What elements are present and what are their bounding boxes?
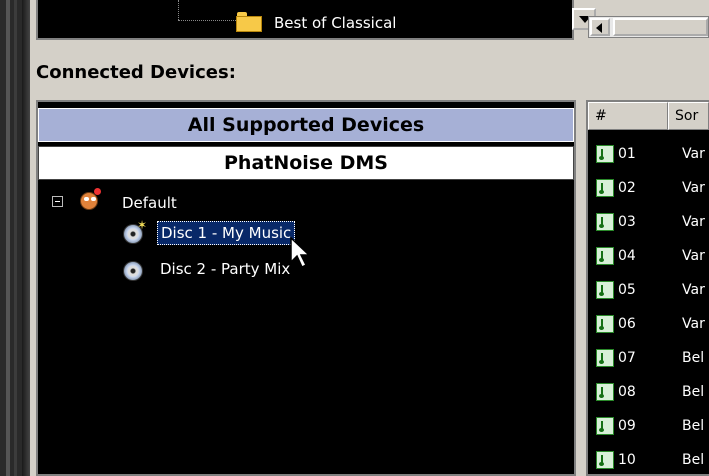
device-tree-root-default[interactable]: Default	[122, 194, 177, 212]
minus-box-icon[interactable]	[52, 196, 63, 207]
track-song: Var	[682, 146, 705, 162]
track-number: 01	[618, 146, 636, 162]
track-song: Var	[682, 180, 705, 196]
music-note-icon	[596, 315, 614, 333]
track-number: 05	[618, 282, 636, 298]
track-row[interactable]: 03 Var	[596, 210, 709, 236]
track-song: Bel	[682, 452, 705, 468]
track-row[interactable]: 09 Bel	[596, 414, 709, 440]
column-header-number[interactable]: #	[588, 102, 668, 130]
track-number: 03	[618, 214, 636, 230]
track-row[interactable]: 10 Bel	[596, 448, 709, 474]
track-number: 04	[618, 248, 636, 264]
music-note-icon	[596, 179, 614, 197]
frame-bevel	[22, 0, 30, 476]
frame-groove	[6, 0, 10, 476]
track-song: Bel	[682, 418, 705, 434]
track-row[interactable]: 04 Var	[596, 244, 709, 270]
disc-icon: ✶	[123, 218, 147, 244]
mouse-pointer-icon	[290, 236, 311, 269]
column-header-song[interactable]: Sor	[668, 102, 709, 130]
window-frame-edge	[0, 0, 30, 476]
device-tree-disc-2[interactable]: Disc 2 - Party Mix	[160, 260, 290, 278]
music-note-icon	[596, 281, 614, 299]
playlist-tree-view[interactable]: Best of Classical	[36, 0, 596, 40]
track-song: Var	[682, 214, 705, 230]
playlist-tree-item-label[interactable]: Best of Classical	[274, 14, 396, 32]
track-row[interactable]: 07 Bel	[596, 346, 709, 372]
track-row[interactable]: 08 Bel	[596, 380, 709, 406]
tab-all-supported-devices[interactable]: All Supported Devices	[38, 108, 574, 142]
track-song: Var	[682, 316, 705, 332]
tree-connector-line	[178, 20, 236, 21]
star-icon: ✶	[137, 218, 148, 232]
track-song: Bel	[682, 384, 705, 400]
device-tree-disc-1[interactable]: Disc 1 - My Music	[157, 221, 296, 245]
tab-phatnoise-dms[interactable]: PhatNoise DMS	[38, 146, 574, 180]
scroll-left-button[interactable]	[590, 18, 610, 36]
scrollbar-thumb[interactable]	[613, 18, 708, 36]
music-note-icon	[596, 349, 614, 367]
connected-devices-heading: Connected Devices:	[36, 62, 236, 83]
folder-icon	[236, 10, 262, 32]
track-number: 02	[618, 180, 636, 196]
music-note-icon	[596, 145, 614, 163]
track-number: 10	[618, 452, 636, 468]
track-row[interactable]: 01 Var	[596, 142, 709, 168]
track-song: Var	[682, 248, 705, 264]
horizontal-scrollbar[interactable]	[588, 16, 709, 38]
track-number: 06	[618, 316, 636, 332]
arrow-left-icon	[596, 23, 602, 33]
music-note-icon	[596, 383, 614, 401]
track-song: Bel	[682, 350, 705, 366]
track-number: 09	[618, 418, 636, 434]
track-list-header: # Sor	[588, 102, 709, 130]
music-note-icon	[596, 247, 614, 265]
music-note-icon	[596, 417, 614, 435]
track-number: 07	[618, 350, 636, 366]
disc-icon	[123, 259, 145, 281]
default-profile-icon	[78, 188, 102, 212]
track-row[interactable]: 06 Var	[596, 312, 709, 338]
music-note-icon	[596, 451, 614, 469]
track-song: Var	[682, 282, 705, 298]
tree-connector-line	[178, 0, 179, 20]
frame-groove	[14, 0, 17, 476]
track-row[interactable]: 05 Var	[596, 278, 709, 304]
track-row[interactable]: 02 Var	[596, 176, 709, 202]
music-note-icon	[596, 213, 614, 231]
track-number: 08	[618, 384, 636, 400]
